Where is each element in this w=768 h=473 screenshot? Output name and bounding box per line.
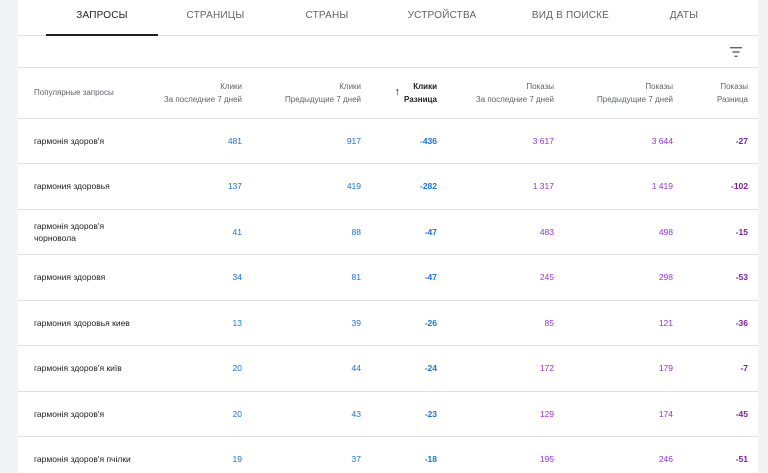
clicks-last-cell: 34 bbox=[232, 272, 242, 283]
filter-button[interactable] bbox=[726, 42, 746, 62]
clicks-last-cell: 481 bbox=[227, 135, 242, 146]
table-row[interactable]: гармонія здоров'я київ 20 44 -24 172 179 -7 bbox=[18, 346, 758, 391]
header-query[interactable]: Популярные запросы bbox=[18, 68, 148, 118]
clicks-diff-cell: -282 bbox=[419, 181, 437, 192]
impressions-diff-cell: -45 bbox=[735, 408, 748, 419]
table-header-row: Популярные запросы Клики За последние 7 … bbox=[18, 68, 758, 118]
header-impr-last[interactable]: Показы За последние 7 дней bbox=[441, 68, 558, 118]
impressions-last-cell: 3 617 bbox=[532, 135, 554, 146]
impressions-diff-cell: -53 bbox=[735, 272, 748, 283]
clicks-diff-cell: -24 bbox=[424, 363, 437, 374]
query-cell: гармонія здоров'я чорновола bbox=[34, 220, 105, 243]
header-clicks-prev-period: Предыдущие 7 дней bbox=[285, 94, 361, 104]
header-impr-diff-metric: Показы bbox=[720, 81, 748, 91]
clicks-prev-cell: 88 bbox=[351, 226, 361, 237]
table-toolbar bbox=[18, 36, 758, 68]
dimension-tabs: ЗАПРОСЫ СТРАНИЦЫ СТРАНЫ УСТРОЙСТВА ВИД В… bbox=[18, 0, 758, 36]
impressions-prev-cell: 298 bbox=[658, 272, 673, 283]
table-row[interactable]: гармония здоровя 34 81 -47 245 298 -53 bbox=[18, 255, 758, 300]
impressions-prev-cell: 1 419 bbox=[651, 181, 673, 192]
header-impr-prev-metric: Показы bbox=[645, 81, 673, 91]
clicks-diff-cell: -47 bbox=[424, 226, 437, 237]
impressions-last-cell: 129 bbox=[539, 408, 554, 419]
clicks-prev-cell: 419 bbox=[346, 181, 361, 192]
header-impr-last-metric: Показы bbox=[526, 81, 554, 91]
impressions-prev-cell: 121 bbox=[658, 317, 673, 328]
impressions-diff-cell: -51 bbox=[735, 454, 748, 465]
clicks-last-cell: 13 bbox=[232, 317, 242, 328]
arrow-up-icon: ↑ bbox=[394, 86, 401, 99]
query-cell: гармонія здоров'я пчілки bbox=[34, 454, 131, 465]
impressions-last-cell: 172 bbox=[539, 363, 554, 374]
impressions-prev-cell: 246 bbox=[658, 454, 673, 465]
impressions-diff-cell: -7 bbox=[740, 363, 748, 374]
clicks-last-cell: 20 bbox=[232, 363, 242, 374]
tab-countries[interactable]: СТРАНЫ bbox=[273, 0, 381, 36]
tab-queries[interactable]: ЗАПРОСЫ bbox=[46, 0, 158, 36]
clicks-last-cell: 20 bbox=[232, 408, 242, 419]
performance-card: ЗАПРОСЫ СТРАНИЦЫ СТРАНЫ УСТРОЙСТВА ВИД В… bbox=[18, 0, 758, 473]
impressions-last-cell: 1 317 bbox=[532, 181, 554, 192]
header-clicks-diff-period: Разница bbox=[404, 94, 437, 104]
impressions-prev-cell: 3 644 bbox=[651, 135, 673, 146]
table-row[interactable]: гармония здоровья 137 419 -282 1 317 1 419 -10… bbox=[18, 164, 758, 209]
impressions-diff-cell: -27 bbox=[735, 135, 748, 146]
clicks-last-cell: 137 bbox=[227, 181, 242, 192]
impressions-prev-cell: 179 bbox=[658, 363, 673, 374]
header-clicks-prev-metric: Клики bbox=[339, 81, 361, 91]
clicks-prev-cell: 39 bbox=[351, 317, 361, 328]
table-row[interactable]: гармонія здоров'я пчілки 19 37 -18 195 246 -51 bbox=[18, 437, 758, 473]
impressions-prev-cell: 174 bbox=[658, 408, 673, 419]
clicks-diff-cell: -47 bbox=[424, 272, 437, 283]
clicks-prev-cell: 43 bbox=[351, 408, 361, 419]
clicks-last-cell: 41 bbox=[232, 226, 242, 237]
clicks-diff-cell: -23 bbox=[424, 408, 437, 419]
tab-search-appearance[interactable]: ВИД В ПОИСКЕ bbox=[503, 0, 638, 36]
queries-table: Популярные запросы Клики За последние 7 … bbox=[18, 68, 758, 473]
clicks-prev-cell: 37 bbox=[351, 454, 361, 465]
table-row[interactable]: гармонія здоров'я 20 43 -23 129 174 -45 bbox=[18, 391, 758, 437]
query-cell: гармония здоровья bbox=[34, 181, 110, 192]
header-clicks-diff[interactable]: ↑ Клики Разница bbox=[365, 68, 441, 118]
tab-pages[interactable]: СТРАНИЦЫ bbox=[158, 0, 273, 36]
header-clicks-last-metric: Клики bbox=[220, 81, 242, 91]
impressions-prev-cell: 498 bbox=[658, 226, 673, 237]
impressions-diff-cell: -102 bbox=[730, 181, 748, 192]
table-row[interactable]: гармонія здоров'я 481 917 -436 3 617 3 644 -27 bbox=[18, 118, 758, 164]
clicks-last-cell: 19 bbox=[232, 454, 242, 465]
header-impr-prev[interactable]: Показы Предыдущие 7 дней bbox=[558, 68, 677, 118]
tab-dates[interactable]: ДАТЫ bbox=[638, 0, 730, 36]
impressions-last-cell: 245 bbox=[539, 272, 554, 283]
impressions-diff-cell: -15 bbox=[735, 226, 748, 237]
clicks-prev-cell: 44 bbox=[351, 363, 361, 374]
filter-icon bbox=[730, 47, 742, 57]
impressions-diff-cell: -36 bbox=[735, 317, 748, 328]
clicks-prev-cell: 81 bbox=[351, 272, 361, 283]
header-impr-last-period: За последние 7 дней bbox=[475, 94, 554, 104]
header-clicks-diff-metric: Клики bbox=[413, 81, 437, 91]
table-row[interactable]: гармония здоровья киев 13 39 -26 85 121 -36 bbox=[18, 300, 758, 346]
impressions-last-cell: 85 bbox=[544, 317, 554, 328]
query-cell: гармонія здоров'я київ bbox=[34, 363, 122, 374]
query-cell: гармония здоровя bbox=[34, 272, 106, 283]
table-row[interactable]: гармонія здоров'я чорновола 41 88 -47 483 498… bbox=[18, 209, 758, 255]
header-impr-prev-period: Предыдущие 7 дней bbox=[597, 94, 673, 104]
clicks-diff-cell: -26 bbox=[424, 317, 437, 328]
tab-devices[interactable]: УСТРОЙСТВА bbox=[381, 0, 503, 36]
clicks-diff-cell: -436 bbox=[419, 135, 437, 146]
header-clicks-last[interactable]: Клики За последние 7 дней bbox=[148, 68, 246, 118]
impressions-last-cell: 483 bbox=[539, 226, 554, 237]
impressions-last-cell: 195 bbox=[539, 454, 554, 465]
header-impr-diff-period: Разница bbox=[716, 94, 748, 104]
header-impr-diff[interactable]: Показы Разница bbox=[677, 68, 758, 118]
clicks-prev-cell: 917 bbox=[346, 135, 361, 146]
clicks-diff-cell: -18 bbox=[424, 454, 437, 465]
header-clicks-last-period: За последние 7 дней bbox=[163, 94, 242, 104]
query-cell: гармония здоровья киев bbox=[34, 317, 130, 328]
header-clicks-prev[interactable]: Клики Предыдущие 7 дней bbox=[246, 68, 365, 118]
query-cell: гармонія здоров'я bbox=[34, 408, 105, 419]
query-cell: гармонія здоров'я bbox=[34, 135, 105, 146]
